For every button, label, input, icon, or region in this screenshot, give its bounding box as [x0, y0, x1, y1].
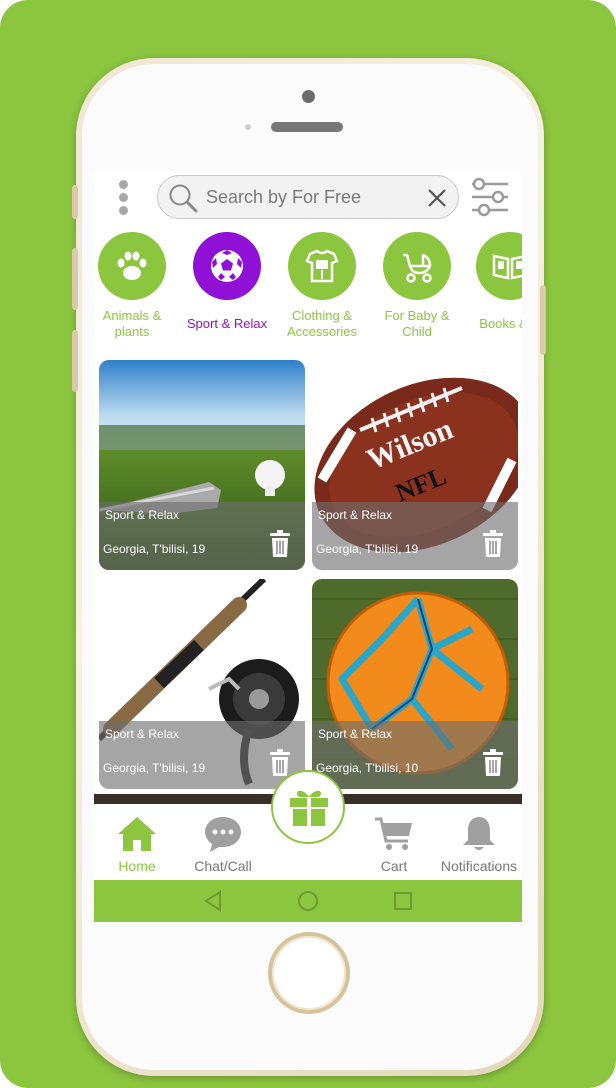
card-location: Georgia, T'bilisi, 10	[316, 761, 419, 775]
card-location: Georgia, T'bilisi, 19	[103, 761, 206, 775]
proximity-sensor	[245, 124, 251, 130]
listing-card[interactable]: Sport & Relax Georgia, T'bilisi, 10	[312, 579, 518, 789]
category-books[interactable]: Books & C	[462, 232, 522, 332]
listing-card[interactable]: Sport & Relax Georgia, T'bilisi, 19	[99, 360, 305, 570]
card-overlay: Sport & Relax Georgia, T'bilisi, 10	[312, 721, 518, 789]
trash-icon[interactable]	[482, 530, 504, 558]
paw-icon	[117, 251, 147, 280]
nav-label: Notifications	[440, 858, 518, 874]
earpiece-speaker	[271, 122, 343, 132]
nav-notifications[interactable]: Notifications	[434, 814, 522, 874]
search-icon[interactable]	[167, 182, 199, 214]
card-overlay: Sport & Relax Georgia, T'bilisi, 19	[99, 721, 305, 789]
power-button	[540, 285, 546, 355]
hardware-home-button[interactable]	[268, 932, 350, 1014]
category-label: Animals & plants	[102, 308, 162, 339]
category-sport-relax[interactable]: Sport & Relax	[179, 232, 275, 332]
volume-down-button	[72, 330, 78, 392]
category-label: Books & C	[479, 316, 522, 331]
bell-icon	[463, 817, 495, 850]
category-circle	[288, 232, 356, 300]
trash-icon[interactable]	[482, 749, 504, 777]
app-screen: Animals &plants Sport & Relax	[94, 172, 522, 922]
mute-switch	[72, 185, 78, 219]
gift-button[interactable]	[271, 770, 345, 844]
nav-label: Cart	[380, 858, 408, 874]
card-location: Georgia, T'bilisi, 19	[103, 542, 206, 556]
filter-sliders-icon[interactable]	[470, 176, 510, 218]
stroller-icon	[403, 253, 432, 283]
category-clothing-accessories[interactable]: Clothing & Accessories	[274, 232, 370, 340]
nav-home[interactable]: Home	[94, 814, 182, 874]
card-category: Sport & Relax	[318, 508, 393, 522]
card-overlay: Sport & Relax Georgia, T'bilisi, 19	[312, 502, 518, 570]
category-carousel: Animals & plants Sport & Relax Clothing …	[94, 232, 522, 344]
close-icon[interactable]	[426, 187, 448, 209]
recents-square-icon[interactable]	[392, 890, 414, 912]
category-circle	[383, 232, 451, 300]
category-label: Clothing & Accessories	[286, 308, 358, 339]
listing-card[interactable]: Sport & Relax Georgia, T'bilisi, 19	[99, 579, 305, 789]
category-label: For Baby & Child	[384, 308, 450, 339]
nav-label: Chat/Call	[194, 858, 252, 874]
category-circle	[98, 232, 166, 300]
trash-icon[interactable]	[269, 530, 291, 558]
top-bar	[94, 172, 522, 224]
menu-dots-icon[interactable]	[118, 180, 130, 218]
category-animals-plants[interactable]: Animals & plants	[94, 232, 180, 340]
listing-card[interactable]: Wilson NFL Sport & Relax Georgia, T'bili…	[312, 360, 518, 570]
nav-cart[interactable]: Cart	[349, 814, 439, 874]
gift-icon	[290, 790, 328, 826]
nav-label: Home	[118, 858, 156, 874]
home-icon	[118, 817, 156, 851]
category-label: Sport & Relax	[186, 316, 268, 331]
chat-bubble-icon	[205, 817, 241, 852]
card-category: Sport & Relax	[105, 727, 180, 741]
soccer-ball-icon	[211, 250, 243, 282]
card-category: Sport & Relax	[318, 727, 393, 741]
card-overlay: Sport & Relax Georgia, T'bilisi, 19	[99, 502, 305, 570]
front-camera	[302, 90, 315, 103]
trash-icon[interactable]	[269, 749, 291, 777]
search-bar	[157, 175, 459, 219]
card-location: Georgia, T'bilisi, 19	[316, 542, 419, 556]
clothing-icon	[305, 249, 339, 283]
back-triangle-icon[interactable]	[202, 890, 224, 912]
category-baby-child[interactable]: For Baby & Child	[369, 232, 465, 340]
nav-chat-call[interactable]: Chat/Call	[178, 814, 268, 874]
cart-icon	[375, 817, 412, 850]
search-input[interactable]	[206, 176, 416, 218]
card-category: Sport & Relax	[105, 508, 180, 522]
android-system-bar	[94, 880, 522, 922]
category-circle	[476, 232, 522, 300]
books-icon	[492, 254, 522, 280]
category-circle	[193, 232, 261, 300]
volume-up-button	[72, 248, 78, 310]
home-circle-icon[interactable]	[297, 890, 319, 912]
